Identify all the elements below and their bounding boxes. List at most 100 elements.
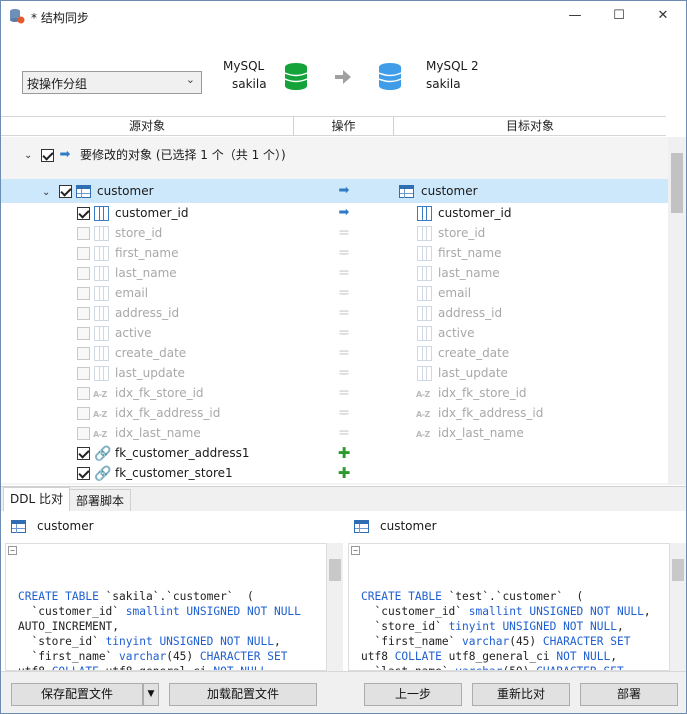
- index-icon: A-Z: [416, 430, 430, 439]
- field-icon: [417, 346, 432, 361]
- group-by-select[interactable]: 按操作分组 ⌄: [22, 71, 202, 94]
- target-object-name: email: [438, 286, 472, 300]
- ddl-code-line: utf8 COLLATE utf8_general_ci NOT NULL,: [361, 650, 617, 663]
- group-checkbox[interactable]: [41, 149, 54, 162]
- target-object-name: idx_fk_store_id: [438, 386, 527, 400]
- maximize-button[interactable]: ☐: [596, 1, 642, 33]
- equal-icon: =: [338, 225, 350, 241]
- equal-icon: =: [338, 245, 350, 261]
- ddl-source-scrollbar[interactable]: [327, 543, 343, 671]
- tree-row[interactable]: email = email: [1, 283, 668, 303]
- index-icon: A-Z: [416, 390, 430, 399]
- table-icon: [76, 185, 91, 198]
- row-checkbox: [77, 307, 90, 320]
- row-checkbox[interactable]: [77, 447, 90, 460]
- group-by-select-value: 按操作分组: [27, 77, 88, 91]
- row-checkbox: [77, 387, 90, 400]
- target-table-name: customer: [421, 184, 478, 198]
- tree-row[interactable]: 🔗 fk_customer_store1 ✚: [1, 463, 668, 483]
- table-icon: [354, 520, 369, 533]
- field-icon: [94, 306, 109, 321]
- field-icon: [417, 366, 432, 381]
- row-checkbox: [77, 227, 90, 240]
- row-checkbox[interactable]: [77, 207, 90, 220]
- tree-row[interactable]: first_name = first_name: [1, 243, 668, 263]
- arrow-right-icon: ➡: [59, 147, 71, 162]
- field-icon: [417, 326, 432, 341]
- tree-row[interactable]: A-Z idx_fk_store_id = A-Z idx_fk_store_id: [1, 383, 668, 403]
- previous-step-button[interactable]: 上一步: [364, 683, 462, 706]
- tree-row[interactable]: 🔗 fk_customer_address1 ✚: [1, 443, 668, 463]
- source-object-name: email: [115, 286, 149, 300]
- fold-toggle-icon[interactable]: −: [8, 546, 17, 555]
- recompare-button[interactable]: 重新比对: [472, 683, 570, 706]
- row-checkbox: [77, 327, 90, 340]
- ddl-target-scrollbar[interactable]: [670, 543, 686, 671]
- scrollbar-thumb[interactable]: [672, 559, 684, 581]
- equal-icon: =: [338, 385, 350, 401]
- scrollbar-thumb[interactable]: [329, 559, 341, 581]
- foreign-key-icon: 🔗: [94, 446, 112, 462]
- save-profile-dropdown[interactable]: ▼: [143, 683, 159, 706]
- field-icon: [94, 326, 109, 341]
- ddl-source-editor[interactable]: − CREATE TABLE `sakila`.`customer` ( `cu…: [5, 543, 327, 671]
- source-object-name: active: [115, 326, 152, 340]
- field-icon: [94, 246, 109, 261]
- ddl-code-line: CREATE TABLE `test`.`customer` (: [361, 590, 584, 603]
- source-server: MySQL: [223, 59, 265, 73]
- tree-scrollbar-thumb[interactable]: [671, 153, 683, 213]
- add-icon: ✚: [337, 444, 351, 462]
- foreign-key-icon: 🔗: [94, 466, 112, 482]
- ddl-target-editor[interactable]: − CREATE TABLE `test`.`customer` ( `cust…: [348, 543, 670, 671]
- table-icon: [399, 185, 414, 198]
- source-db: sakila: [232, 77, 267, 91]
- source-object-name: store_id: [115, 226, 163, 240]
- field-icon: [94, 226, 109, 241]
- close-button[interactable]: ✕: [640, 1, 686, 33]
- target-object-name: customer_id: [438, 206, 512, 220]
- collapse-chevron-icon[interactable]: ⌄: [24, 146, 32, 166]
- target-object-name: first_name: [438, 246, 502, 260]
- table-checkbox[interactable]: [59, 185, 72, 198]
- deploy-button[interactable]: 部署: [580, 683, 678, 706]
- tab-ddl-compare[interactable]: DDL 比对: [3, 487, 70, 512]
- tree-row[interactable]: create_date = create_date: [1, 343, 668, 363]
- operation-column-header[interactable]: 操作: [294, 117, 393, 135]
- source-object-name: fk_customer_store1: [115, 466, 233, 480]
- field-icon: [417, 266, 432, 281]
- ddl-source-header: customer: [1, 511, 344, 541]
- tab-deploy-script[interactable]: 部署脚本: [69, 489, 132, 511]
- row-checkbox: [77, 247, 90, 260]
- tree-row[interactable]: store_id = store_id: [1, 223, 668, 243]
- tree-row[interactable]: active = active: [1, 323, 668, 343]
- tree-row[interactable]: customer_id ➡ customer_id: [1, 203, 668, 223]
- tree-row[interactable]: address_id = address_id: [1, 303, 668, 323]
- target-object-name: store_id: [438, 226, 486, 240]
- group-row-modify[interactable]: ⌄ ➡ 要修改的对象 (已选择 1 个（共 1 个）): [1, 145, 668, 167]
- row-checkbox[interactable]: [77, 467, 90, 480]
- field-icon: [417, 226, 432, 241]
- save-profile-button[interactable]: 保存配置文件: [11, 683, 143, 706]
- tree-row[interactable]: last_update = last_update: [1, 363, 668, 383]
- ddl-target-panel: customer − CREATE TABLE `test`.`customer…: [344, 511, 686, 671]
- index-icon: A-Z: [93, 430, 107, 439]
- load-profile-button[interactable]: 加载配置文件: [169, 683, 317, 706]
- collapse-chevron-icon[interactable]: ⌄: [42, 181, 50, 205]
- target-db: sakila: [426, 77, 461, 91]
- tree-row[interactable]: A-Z idx_fk_address_id = A-Z idx_fk_address_i…: [1, 403, 668, 423]
- tree-scrollbar[interactable]: [668, 137, 686, 485]
- source-column-header[interactable]: 源对象: [1, 117, 293, 135]
- minimize-button[interactable]: —: [552, 1, 598, 33]
- sync-direction-arrow-icon: [335, 70, 351, 84]
- source-object-name: idx_fk_address_id: [115, 406, 221, 420]
- index-icon: A-Z: [93, 390, 107, 399]
- target-column-header[interactable]: 目标对象: [394, 117, 666, 135]
- field-icon: [417, 246, 432, 261]
- fold-toggle-icon[interactable]: −: [351, 546, 360, 555]
- tree-row[interactable]: last_name = last_name: [1, 263, 668, 283]
- tree-row[interactable]: A-Z idx_last_name = A-Z idx_last_name: [1, 423, 668, 443]
- target-object-name: create_date: [438, 346, 510, 360]
- ddl-source-panel: customer − CREATE TABLE `sakila`.`custom…: [1, 511, 344, 671]
- table-row-customer[interactable]: ⌄ customer ➡ customer: [1, 179, 668, 203]
- target-object-name: active: [438, 326, 475, 340]
